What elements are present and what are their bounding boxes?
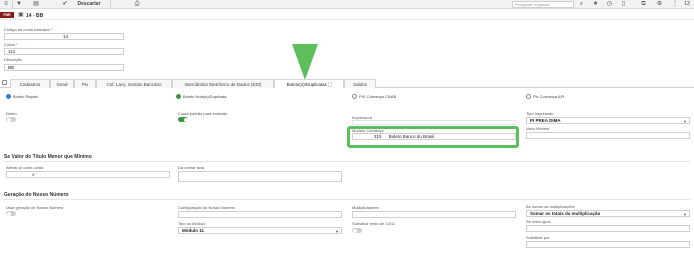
chevron-down-icon: ▼ bbox=[683, 212, 687, 217]
page-count: 13 bbox=[684, 1, 690, 7]
expand-icon: ⛶ bbox=[328, 82, 332, 87]
option-pix-api[interactable]: Pix Cobrança API bbox=[526, 94, 564, 100]
usar-geracao-toggle[interactable] bbox=[6, 211, 16, 216]
view-icon[interactable]: ▤ bbox=[30, 1, 42, 8]
print-icon[interactable]: ⎙ bbox=[133, 1, 141, 8]
chevron-down-icon: ▼ bbox=[335, 229, 339, 234]
filter-icon[interactable]: ▼ bbox=[14, 1, 24, 8]
se-resto-field[interactable] bbox=[526, 225, 690, 232]
annotation-highlight-box bbox=[347, 126, 519, 148]
tab-pix[interactable]: Pix bbox=[74, 79, 96, 88]
tabs-checkbox[interactable] bbox=[2, 80, 7, 86]
record-icon: ▣ bbox=[18, 12, 24, 18]
alterar-conta-label: Alterar p/ outra conta bbox=[6, 165, 44, 170]
description-field[interactable]: BB bbox=[4, 64, 124, 71]
record-title: 14 - BB bbox=[26, 13, 44, 19]
tab-boletos-duplicatas[interactable]: Boleto(s)/Duplicatas ⛶ bbox=[274, 79, 344, 88]
tab-bar: Cadastros Geral Pix Cnf. Lanç. Extrato B… bbox=[0, 78, 694, 88]
direto-toggle[interactable] bbox=[6, 117, 16, 122]
tipo-modulo-select[interactable]: Módulo 11 ▼ bbox=[178, 227, 342, 234]
menu-icon[interactable]: ≡ bbox=[3, 1, 9, 8]
tipo-modulo-label: Tipo do Módulo bbox=[178, 221, 206, 226]
tipo-impressao-label: Tipo Impressão bbox=[526, 111, 554, 116]
valor-minimo-label: Valor Mínimo bbox=[526, 126, 550, 131]
se-resto-label: Se resto igual bbox=[526, 219, 551, 224]
account-label: Conta * bbox=[4, 42, 18, 47]
ao-somar-label: Ao somar as multiplicações bbox=[526, 204, 575, 209]
conta-padrao-label: Conta padrão para emissão bbox=[178, 111, 228, 116]
top-toolbar: ≡ ▼ ▤ ✔ Descartar ⎙ Pesquisar registros … bbox=[0, 0, 694, 9]
usar-geracao-label: Usar geração de Nosso Número bbox=[6, 205, 64, 210]
tab-edi[interactable]: Intercâmbio Eletrônico de Dados (EDI) bbox=[172, 79, 274, 88]
search-icon[interactable]: ⌕ bbox=[578, 1, 585, 8]
alterar-conta-field[interactable]: ⌕ bbox=[6, 171, 170, 178]
settings-icon[interactable]: ⚙ bbox=[656, 1, 663, 8]
tab-geral[interactable]: Geral bbox=[50, 79, 74, 88]
substituir-por-field[interactable] bbox=[526, 241, 690, 248]
menor-section-title: Se Valor do Título Menor que Mínimo bbox=[4, 154, 92, 160]
chevron-down-icon: ▼ bbox=[683, 119, 687, 124]
option-pix-cnab[interactable]: PIX Cobrança CNAB bbox=[352, 94, 396, 100]
da-cobrar-label: Da cobrar taxa bbox=[178, 165, 205, 170]
bank-code-field[interactable]: 14 bbox=[4, 33, 124, 40]
impressora-field[interactable] bbox=[352, 120, 516, 125]
conta-padrao-toggle[interactable] bbox=[178, 117, 188, 122]
tab-cnf-lanc-extrato[interactable]: Cnf. Lanç. Extrato Bancário bbox=[96, 79, 172, 88]
company-logo: FBR bbox=[0, 12, 14, 18]
document-icon[interactable]: ▯ bbox=[620, 1, 627, 8]
multiplicadores-field[interactable] bbox=[352, 211, 516, 218]
option-boleto-duplicata[interactable]: Boleto Nota(s)/Duplicata bbox=[176, 94, 226, 100]
substituir-resto-toggle[interactable] bbox=[352, 228, 362, 233]
star-icon[interactable]: ★ bbox=[592, 1, 599, 8]
direto-label: Direto bbox=[6, 111, 17, 116]
tab-saldos[interactable]: Saldos bbox=[344, 79, 376, 88]
history-icon[interactable]: ◷ bbox=[606, 1, 613, 8]
bank-code-label: Código da conta bancária * bbox=[4, 27, 53, 32]
search-icon: ⌕ bbox=[32, 172, 35, 178]
substituir-por-label: Substituir por bbox=[526, 235, 550, 240]
config-nosso-numero-field[interactable] bbox=[178, 211, 342, 218]
divider bbox=[4, 199, 690, 200]
tab-cadastros[interactable]: Cadastros bbox=[10, 79, 50, 88]
da-cobrar-field[interactable] bbox=[178, 171, 342, 182]
option-boleto-rapido[interactable]: Boleto Rápido bbox=[6, 94, 38, 100]
account-field[interactable]: 112 bbox=[4, 48, 124, 55]
record-bar: FBR ▣ 14 - BB bbox=[0, 11, 694, 20]
more-icon[interactable]: ⋮ bbox=[672, 1, 678, 8]
annotation-arrow bbox=[292, 44, 318, 80]
attach-icon[interactable]: ⧉ bbox=[640, 1, 647, 8]
substituir-resto-label: Substituir resto de 10/11 bbox=[352, 221, 396, 226]
nosso-numero-title: Geração do Nosso Número bbox=[4, 192, 69, 198]
search-input[interactable]: Pesquisar registros bbox=[512, 1, 574, 8]
ao-somar-select[interactable]: Somar os totais da multiplicação ▼ bbox=[526, 210, 690, 217]
divider bbox=[4, 161, 690, 162]
tipo-impressao-select[interactable]: PI PREA DIMA ▼ bbox=[526, 117, 690, 124]
config-nosso-numero-label: Configuração do Nosso Número bbox=[178, 205, 236, 210]
multiplicadores-label: Multiplicadores bbox=[352, 205, 379, 210]
description-label: Descrição bbox=[4, 57, 22, 62]
valor-minimo-field[interactable] bbox=[526, 132, 690, 139]
discard-button[interactable]: Descartar bbox=[74, 1, 104, 8]
save-check-icon[interactable]: ✔ bbox=[60, 1, 70, 8]
